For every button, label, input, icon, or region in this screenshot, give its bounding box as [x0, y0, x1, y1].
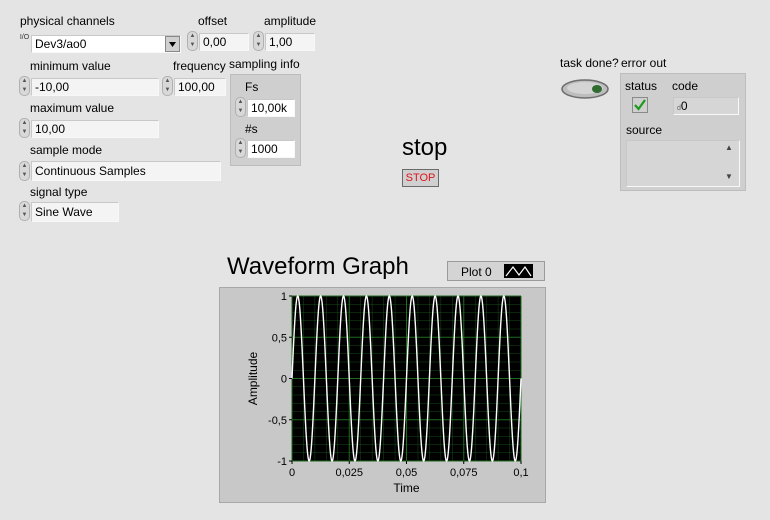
legend-swatch [504, 264, 533, 278]
fs-label: Fs [245, 80, 259, 94]
offset-spinner[interactable]: ▲ ▼ [187, 31, 198, 51]
x-axis-label: Time [393, 481, 420, 495]
minimum-value-spinner[interactable]: ▲ ▼ [19, 76, 30, 96]
fs-field[interactable]: 10,00k [247, 99, 295, 117]
amplitude-spinner[interactable]: ▲ ▼ [253, 31, 264, 51]
scroll-down-icon[interactable]: ▼ [722, 173, 736, 181]
y-tick-label: -0,5 [268, 415, 287, 427]
code-field: d0 [673, 97, 739, 115]
sample-mode-label: sample mode [30, 143, 103, 157]
physical-channels-label: physical channels [20, 14, 115, 28]
y-tick-label: -1 [277, 456, 287, 468]
sample-mode-ring[interactable]: Continuous Samples [31, 161, 221, 181]
source-scrollbar[interactable]: ▲ ▼ [722, 142, 736, 185]
x-tick-label: 0,1 [513, 467, 528, 479]
sine-wave-icon [505, 265, 532, 277]
stop-label: stop [402, 134, 448, 161]
y-tick-label: 1 [281, 291, 287, 303]
amplitude-field[interactable]: 1,00 [265, 33, 315, 51]
task-done-label: task done? [560, 56, 619, 70]
num-samples-label: #s [245, 122, 258, 136]
y-tick-label: 0,5 [272, 332, 287, 344]
code-label: code [672, 79, 699, 93]
stop-button[interactable]: STOP [402, 169, 439, 187]
signal-type-label: signal type [30, 185, 88, 199]
plot-legend[interactable]: Plot 0 [447, 261, 545, 281]
error-out-label: error out [621, 56, 667, 70]
signal-type-spinner[interactable]: ▲ ▼ [19, 201, 30, 221]
fs-spinner[interactable]: ▲ ▼ [235, 97, 246, 117]
amplitude-label: amplitude [264, 14, 317, 28]
maximum-value-label: maximum value [30, 101, 115, 115]
minimum-value-field[interactable]: -10,00 [31, 78, 159, 96]
led-indicator-icon [561, 79, 609, 99]
graph-title: Waveform Graph [227, 253, 409, 280]
y-tick-label: 0 [281, 374, 287, 386]
task-done-led [560, 78, 610, 100]
sampling-info-label: sampling info [229, 57, 300, 71]
minimum-value-label: minimum value [30, 59, 111, 73]
status-indicator [632, 97, 648, 113]
offset-field[interactable]: 0,00 [199, 33, 249, 51]
y-axis-label: Amplitude [246, 352, 260, 406]
dropdown-arrow-button[interactable] [165, 36, 180, 52]
signal-type-ring[interactable]: Sine Wave [31, 202, 119, 222]
sample-mode-spinner[interactable]: ▲ ▼ [19, 161, 30, 181]
physical-channels-select[interactable]: Dev3/ao0 [31, 35, 181, 53]
x-tick-label: 0 [289, 467, 295, 479]
maximum-value-spinner[interactable]: ▲ ▼ [19, 118, 30, 138]
io-icon: I/O [19, 34, 30, 41]
graph-svg: 0 0,025 0,05 0,075 0,1 1 0,5 0 -0,5 -1 Time Amplitu… [246, 291, 529, 495]
offset-label: offset [198, 14, 228, 28]
frequency-field[interactable]: 100,00 [174, 78, 226, 96]
source-label: source [626, 123, 663, 137]
legend-label: Plot 0 [461, 265, 492, 279]
maximum-value-field[interactable]: 10,00 [31, 120, 159, 138]
frequency-label: frequency [173, 59, 226, 73]
num-samples-spinner[interactable]: ▲ ▼ [235, 138, 246, 158]
checkmark-icon [634, 99, 646, 111]
x-tick-label: 0,075 [450, 467, 478, 479]
frequency-spinner[interactable]: ▲ ▼ [162, 76, 173, 96]
status-label: status [625, 79, 658, 93]
physical-channels-value: Dev3/ao0 [35, 37, 87, 51]
code-value: 0 [680, 99, 688, 113]
x-tick-label: 0,025 [335, 467, 363, 479]
x-tick-label: 0,05 [396, 467, 417, 479]
scroll-up-icon[interactable]: ▲ [722, 144, 736, 152]
num-samples-field[interactable]: 1000 [247, 140, 295, 158]
chevron-down-icon [169, 42, 176, 47]
